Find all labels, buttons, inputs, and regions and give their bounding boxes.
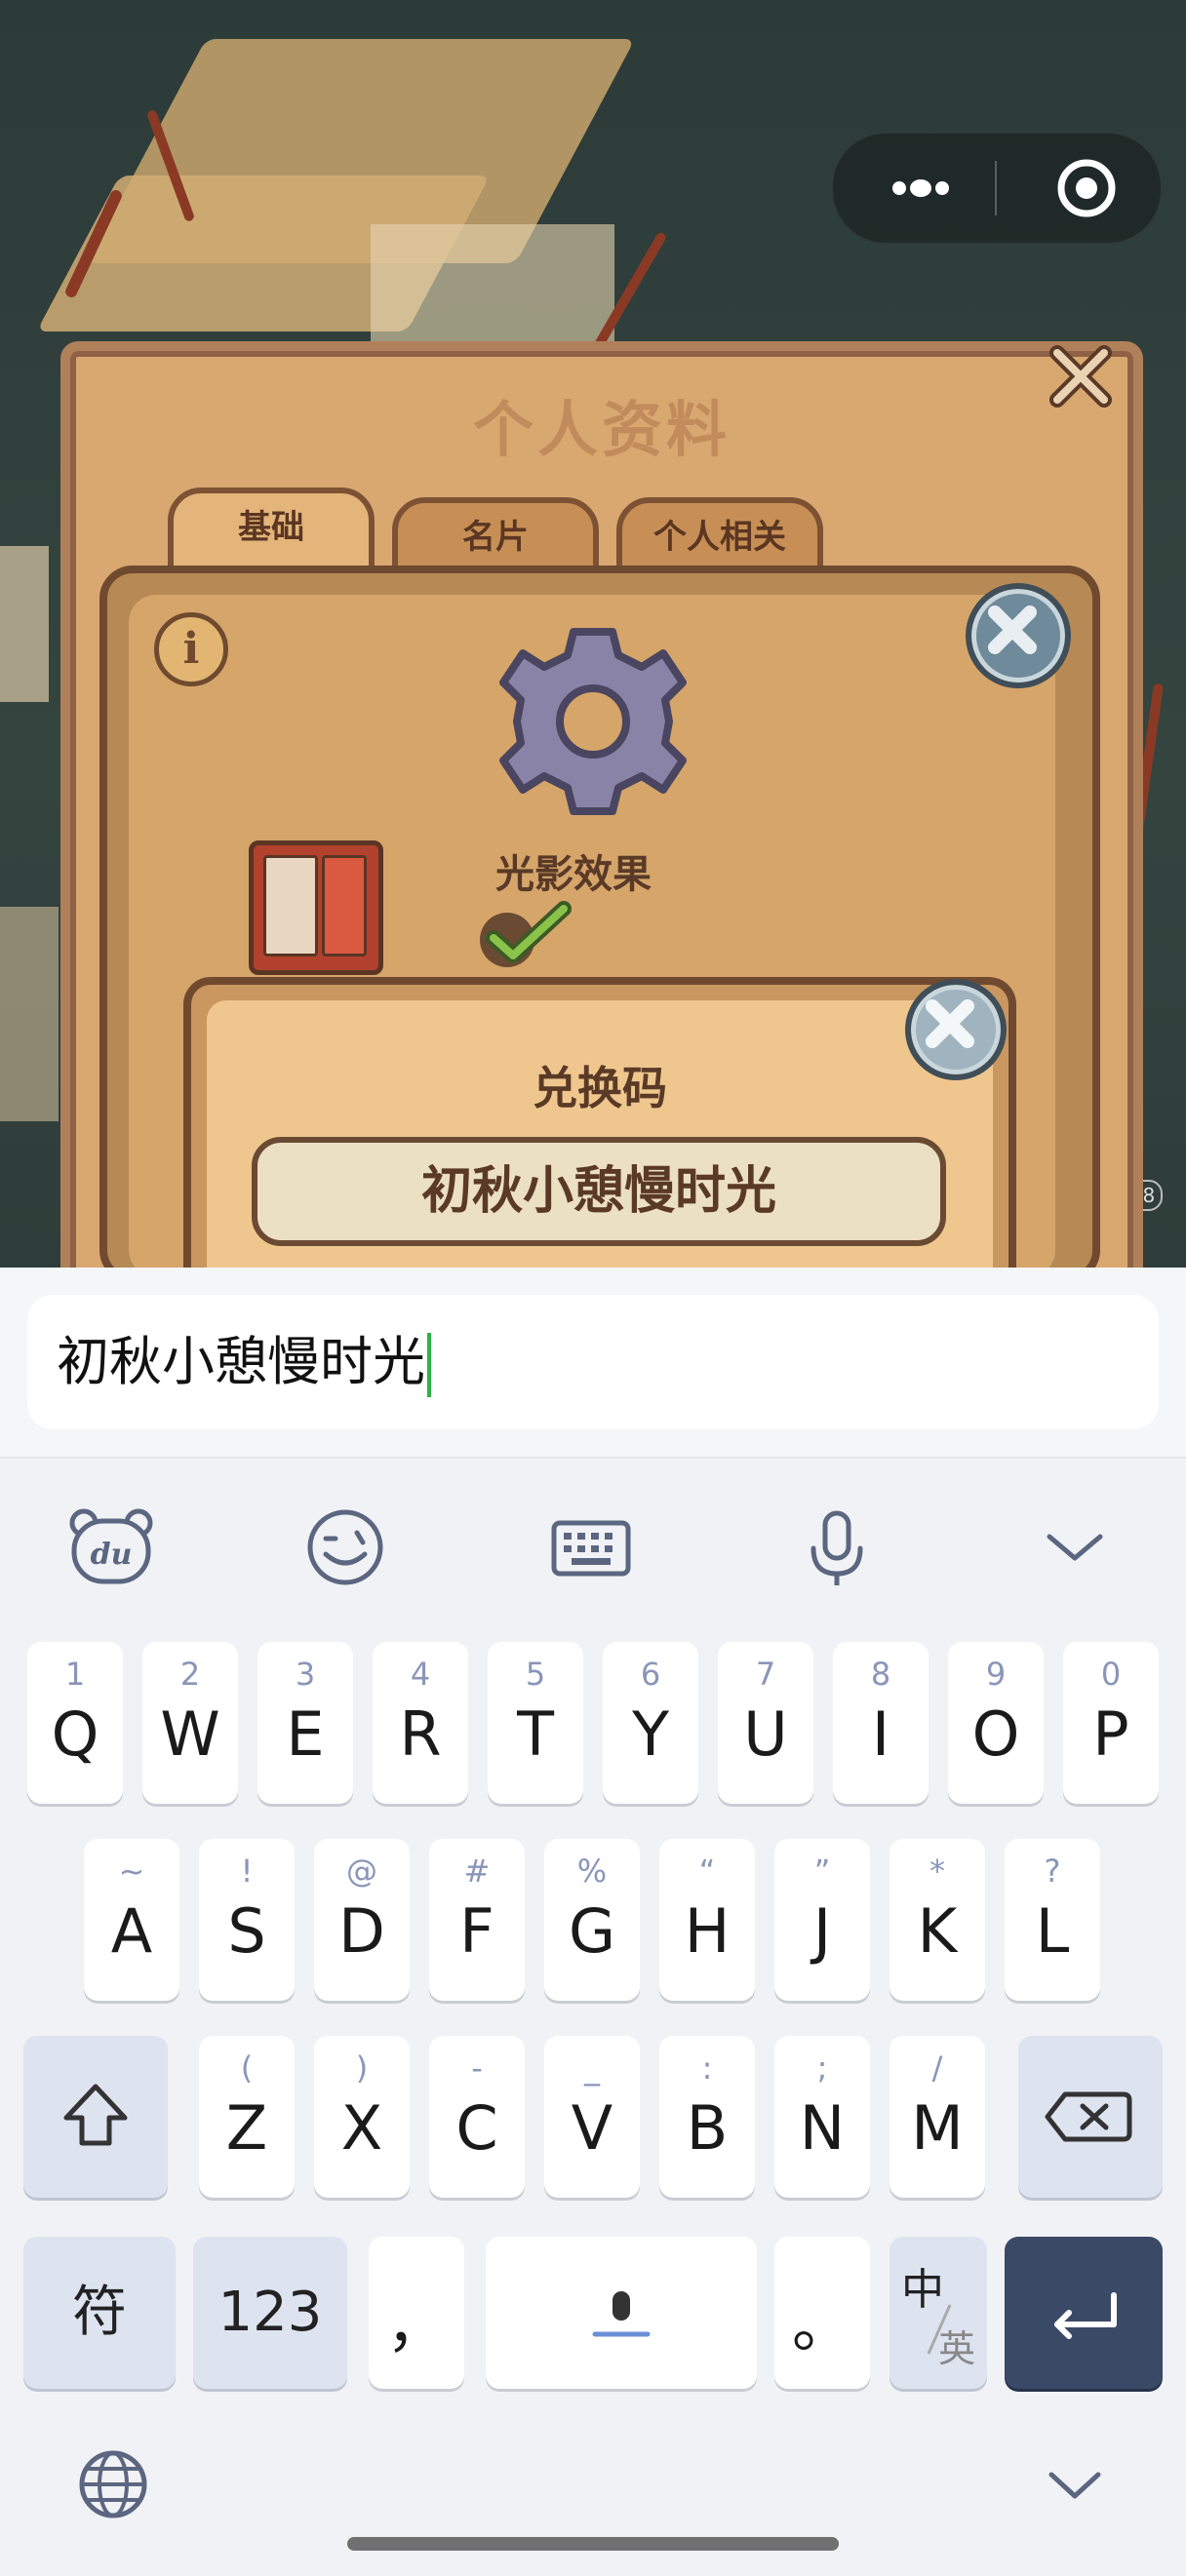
microphone-icon[interactable] bbox=[788, 1503, 886, 1591]
language-switch-key[interactable]: 中 英 bbox=[890, 2237, 987, 2389]
key-m[interactable]: / M bbox=[890, 2036, 985, 2198]
side-furniture bbox=[0, 907, 59, 1121]
key-v[interactable]: _ V bbox=[544, 2036, 640, 2198]
key-u[interactable]: 7U bbox=[718, 1642, 813, 1804]
hide-keyboard-icon[interactable] bbox=[1034, 2443, 1116, 2525]
key-r[interactable]: 4R bbox=[373, 1642, 468, 1804]
switch-toggle-icon[interactable] bbox=[249, 840, 383, 975]
redeem-close-icon[interactable] bbox=[905, 979, 1007, 1080]
close-miniprogram-icon[interactable] bbox=[1038, 153, 1135, 223]
key-g[interactable]: % G bbox=[544, 1839, 640, 2001]
voice-input-icon bbox=[592, 2291, 651, 2337]
key-p[interactable]: 0P bbox=[1063, 1642, 1159, 1804]
profile-title: 个人资料 bbox=[472, 394, 731, 465]
backspace-icon bbox=[1045, 2091, 1132, 2142]
comma-key[interactable]: ， bbox=[369, 2237, 464, 2389]
key-j[interactable]: ” J bbox=[774, 1839, 870, 2001]
key-i[interactable]: 8I bbox=[833, 1642, 929, 1804]
input-bar: 初秋小憩慢时光 bbox=[0, 1268, 1186, 1457]
key-b[interactable]: :B bbox=[659, 2036, 755, 2198]
home-indicator[interactable] bbox=[347, 2537, 839, 2551]
space-key[interactable] bbox=[486, 2237, 757, 2389]
svg-text:du: du bbox=[91, 1538, 133, 1572]
redeem-title: 兑换码 bbox=[533, 1062, 667, 1114]
backspace-key[interactable] bbox=[1018, 2036, 1163, 2198]
symbols-key[interactable]: 符 bbox=[23, 2237, 176, 2389]
shift-arrow-icon bbox=[63, 2084, 128, 2146]
game-viewport: 208 个人资料 基础 名片 个人相关 bbox=[0, 0, 1186, 1268]
key-n[interactable]: ; N bbox=[774, 2036, 870, 2198]
key-x[interactable]: ) X bbox=[314, 2036, 410, 2198]
globe-icon[interactable] bbox=[72, 2443, 154, 2525]
key-h[interactable]: “H bbox=[659, 1839, 755, 2001]
light-effect-label: 光影效果 bbox=[495, 852, 652, 897]
key-y[interactable]: 6Y bbox=[603, 1642, 698, 1804]
numbers-key[interactable]: 123 bbox=[193, 2237, 347, 2389]
collapse-icon[interactable] bbox=[1026, 1503, 1124, 1591]
text-input[interactable]: 初秋小憩慢时光 bbox=[27, 1295, 1159, 1429]
more-options-icon[interactable] bbox=[872, 153, 969, 223]
key-e[interactable]: 3E bbox=[257, 1642, 353, 1804]
key-t[interactable]: 5T bbox=[488, 1642, 583, 1804]
text-input-value: 初秋小憩慢时光 bbox=[57, 1331, 425, 1392]
enter-icon bbox=[1054, 2292, 1117, 2339]
key-k[interactable]: * K bbox=[890, 1839, 985, 2001]
key-s[interactable]: ! S bbox=[199, 1839, 295, 2001]
checkmark-icon[interactable] bbox=[478, 901, 575, 969]
key-f[interactable]: # F bbox=[429, 1839, 525, 2001]
text-caret bbox=[427, 1333, 431, 1398]
key-c[interactable]: -C bbox=[429, 2036, 525, 2198]
keyboard: du 1Q 2W 3E 4 R 5 T 6 Y 7 U 8 I 9 O 0 P … bbox=[0, 1457, 1186, 2576]
shift-key[interactable] bbox=[23, 2036, 168, 2198]
redeem-code-dialog: 兑换码 初秋小憩慢时光 bbox=[183, 977, 1016, 1268]
emoji-icon[interactable] bbox=[296, 1503, 394, 1591]
period-key[interactable]: 。 bbox=[774, 2237, 870, 2389]
key-z[interactable]: (Z bbox=[199, 2036, 295, 2198]
settings-close-icon[interactable] bbox=[966, 583, 1071, 688]
key-a[interactable]: ~ A bbox=[84, 1839, 179, 2001]
key-q[interactable]: 1Q bbox=[27, 1642, 123, 1804]
du-bear-icon[interactable]: du bbox=[62, 1503, 160, 1591]
gear-icon bbox=[495, 624, 691, 819]
enter-key[interactable] bbox=[1005, 2237, 1163, 2389]
info-icon[interactable]: i bbox=[154, 612, 228, 686]
profile-close-icon[interactable] bbox=[1044, 339, 1118, 413]
key-l[interactable]: ? L bbox=[1005, 1839, 1100, 2001]
mini-program-capsule bbox=[831, 132, 1163, 245]
key-w[interactable]: 2W bbox=[142, 1642, 238, 1804]
key-o[interactable]: 9O bbox=[948, 1642, 1044, 1804]
house-wall bbox=[371, 224, 614, 361]
keyboard-icon[interactable] bbox=[542, 1503, 640, 1591]
side-furniture bbox=[0, 546, 49, 702]
redeem-code-field[interactable]: 初秋小憩慢时光 bbox=[252, 1137, 946, 1246]
key-d[interactable]: @ D bbox=[314, 1839, 410, 2001]
